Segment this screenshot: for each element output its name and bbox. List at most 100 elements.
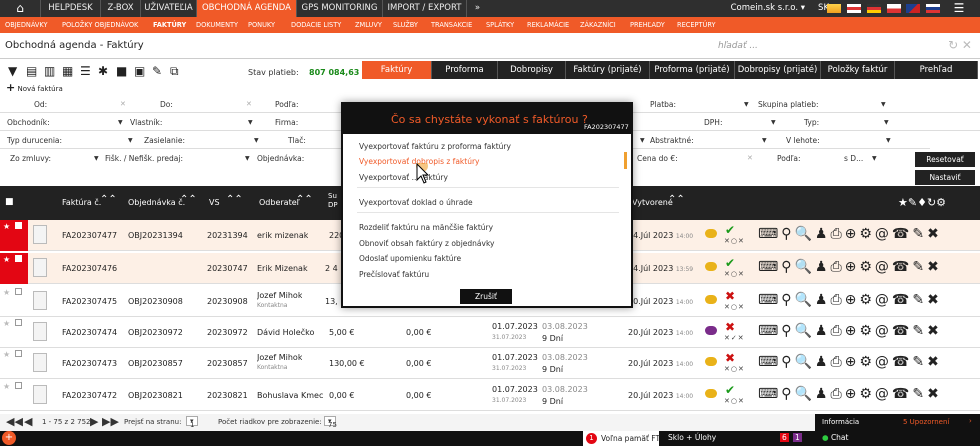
table-row[interactable]: ★ FA202307472 OBJ20230821 20230821 Bohus…	[0, 380, 980, 411]
settings-button[interactable]: Nastaviť	[915, 170, 975, 185]
status-cross-icon[interactable]: ✖	[725, 289, 735, 303]
edit-icon[interactable]: ✎	[152, 64, 162, 78]
search-input[interactable]: hľadať ...	[718, 41, 918, 51]
cell-odberatel[interactable]: Dávid Holečko	[257, 328, 314, 337]
document-icon[interactable]	[33, 353, 47, 372]
row-action-icons[interactable]: ⌨⚲🔍♟⎙⊕⚙@☎✎✖	[758, 386, 942, 402]
sort-icon[interactable]: ⌃⌃	[100, 194, 117, 205]
option-renumber[interactable]: Prečíslovať faktúru	[359, 270, 429, 279]
tab-dobropisy-prijate[interactable]: Dobropisy (prijaté)	[735, 61, 821, 79]
nav-uzivatelia[interactable]: UŽIVATEĽIA	[140, 0, 196, 17]
chat-link[interactable]: ● Chat	[822, 433, 848, 442]
table-row[interactable]: ★ FA202307474 OBJ20230972 20230972 Dávid…	[0, 317, 980, 348]
cell-objednavka[interactable]: OBJ20230821	[128, 391, 183, 400]
dropdown-icon[interactable]: ▼	[886, 137, 891, 144]
coins-icon[interactable]	[705, 357, 717, 366]
badge-red[interactable]: 6	[780, 433, 789, 442]
clear-icon[interactable]: ✕	[120, 100, 126, 108]
row-checkbox[interactable]	[15, 255, 22, 262]
subnav-objednavky[interactable]: OBJEDNÁVKY	[5, 17, 48, 33]
sklo-ulohy-link[interactable]: Sklo + Úlohy	[668, 433, 716, 442]
row-action-icons[interactable]: ⌨⚲🔍♟⎙⊕⚙@☎✎✖	[758, 354, 942, 370]
sort-direction-select[interactable]: s D...	[844, 154, 863, 163]
subnav-sluzby[interactable]: SLUŽBY	[393, 17, 418, 33]
document-icon[interactable]	[33, 225, 47, 244]
tab-prehlad[interactable]: Prehľad	[895, 61, 978, 79]
subnav-transakcie[interactable]: TRANSAKCIE	[431, 17, 472, 33]
nav-obchodna-agenda[interactable]: OBCHODNÁ AGENDA	[196, 0, 296, 17]
row-action-icons[interactable]: ⌨⚲🔍♟⎙⊕⚙@☎✎✖	[758, 259, 942, 275]
subnav-reklamacie[interactable]: REKLAMÁCIE	[527, 17, 569, 33]
hamburger-menu-icon[interactable]: ☰	[948, 0, 970, 17]
last-page-icon[interactable]: ▶▶	[102, 415, 119, 428]
home-icon[interactable]: ⌂	[0, 0, 40, 17]
cell-odberatel[interactable]: Bohuslava Kmec	[257, 391, 323, 400]
rows-per-page-select[interactable]: 75 ▾	[324, 416, 337, 429]
flag-icon[interactable]	[886, 4, 901, 13]
dropdown-icon[interactable]: ▼	[254, 137, 259, 144]
subnav-polozky-objednavok[interactable]: POLOŽKY OBJEDNÁVOK	[62, 17, 138, 33]
nav-helpdesk[interactable]: HELPDESK	[40, 0, 100, 17]
new-invoice-button[interactable]: + Nová faktúra	[6, 81, 63, 94]
tab-polozky-faktur[interactable]: Položky faktúr	[821, 61, 895, 79]
row-checkbox[interactable]	[15, 382, 22, 389]
cancel-button[interactable]: Zrušiť	[460, 289, 512, 304]
sort-icon[interactable]: ⌃⌃	[668, 194, 685, 205]
header-tools-icon[interactable]: ★✎♦↻⚙	[898, 196, 946, 209]
star-icon[interactable]: ★	[3, 382, 10, 391]
coins-icon[interactable]	[705, 326, 717, 335]
col-objednavka[interactable]: Objednávka č.	[128, 198, 185, 207]
add-icon[interactable]: +	[2, 431, 16, 445]
subnav-prehlady[interactable]: PREHĽADY	[630, 17, 665, 33]
gear-icon[interactable]: ✱	[98, 64, 108, 78]
status-check-icon[interactable]: ✔	[725, 383, 735, 397]
star-icon[interactable]: ★	[3, 222, 10, 231]
sort-icon[interactable]: ⌃⌃	[226, 194, 243, 205]
col-vytvorene[interactable]: Vytvorené	[632, 198, 673, 207]
external-icon[interactable]: ⧉	[170, 64, 179, 79]
cell-odberatel[interactable]: erik mizenak	[257, 231, 308, 240]
subnav-zmluvy[interactable]: ZMLUVY	[355, 17, 382, 33]
status-check-icon[interactable]: ✔	[725, 256, 735, 270]
document-icon[interactable]	[33, 322, 47, 341]
cell-objednavka[interactable]: OBJ20230857	[128, 359, 183, 368]
cell-odberatel[interactable]: Jozef Mihok	[257, 353, 302, 362]
subnav-receptury[interactable]: RECEPTÚRY	[677, 17, 716, 33]
subnav-ponuky[interactable]: PONUKY	[248, 17, 275, 33]
info-warnings[interactable]: 5 Upozornení	[903, 418, 949, 426]
subnav-zakaznici[interactable]: ZÁKAZNÍCI	[580, 17, 616, 33]
print-icon[interactable]: ▣	[134, 64, 145, 78]
refresh-icon[interactable]: ↻ ✕	[948, 38, 972, 52]
clipboard-icon[interactable]: ▤	[26, 64, 37, 78]
flag-icon[interactable]	[827, 4, 842, 13]
subnav-dodacie-listy[interactable]: DODACIE LISTY	[291, 17, 341, 33]
reset-button[interactable]: Resetovať	[915, 152, 975, 167]
list-icon[interactable]: ☰	[80, 64, 91, 78]
option-export-from-proforma[interactable]: Vyexportovať faktúru z proforma faktúry	[359, 142, 511, 151]
option-export-invoice[interactable]: Vyexportovať ... faktúry	[359, 173, 448, 182]
status-cross-icon[interactable]: ✖	[725, 320, 735, 334]
row-checkbox[interactable]	[15, 288, 22, 295]
tab-faktury-prijate[interactable]: Faktúry (prijaté)	[566, 61, 650, 79]
clear-icon[interactable]: ✕	[246, 100, 252, 108]
option-export-payment-doc[interactable]: Vyexportovať doklad o úhrade	[359, 198, 473, 207]
col-suma[interactable]: Su DP	[328, 192, 340, 210]
flag-icon[interactable]	[847, 4, 862, 13]
row-checkbox[interactable]	[15, 350, 22, 357]
tab-proforma[interactable]: Proforma	[432, 61, 498, 79]
badge-purple[interactable]: 1	[793, 433, 802, 442]
tab-dobropisy[interactable]: Dobropisy	[498, 61, 566, 79]
page-select[interactable]: 1 ▾	[186, 416, 198, 429]
document-icon[interactable]	[33, 258, 47, 277]
chevron-icon[interactable]: ›	[969, 417, 972, 425]
option-send-reminder[interactable]: Odoslať upomienku faktúre	[359, 254, 461, 263]
subnav-faktury[interactable]: FAKTÚRY	[153, 17, 186, 33]
coins-icon[interactable]	[705, 389, 717, 398]
row-checkbox[interactable]	[15, 222, 22, 229]
select-all-checkbox[interactable]: ■	[5, 197, 14, 207]
col-vs[interactable]: VS	[209, 198, 220, 207]
dropdown-icon[interactable]: ▼	[128, 137, 133, 144]
filter-icon[interactable]: ▼	[8, 64, 17, 78]
option-split-invoice[interactable]: Rozdeliť faktúru na mänčšie faktúry	[359, 223, 493, 232]
nav-import-export[interactable]: IMPORT / EXPORT	[382, 0, 466, 17]
